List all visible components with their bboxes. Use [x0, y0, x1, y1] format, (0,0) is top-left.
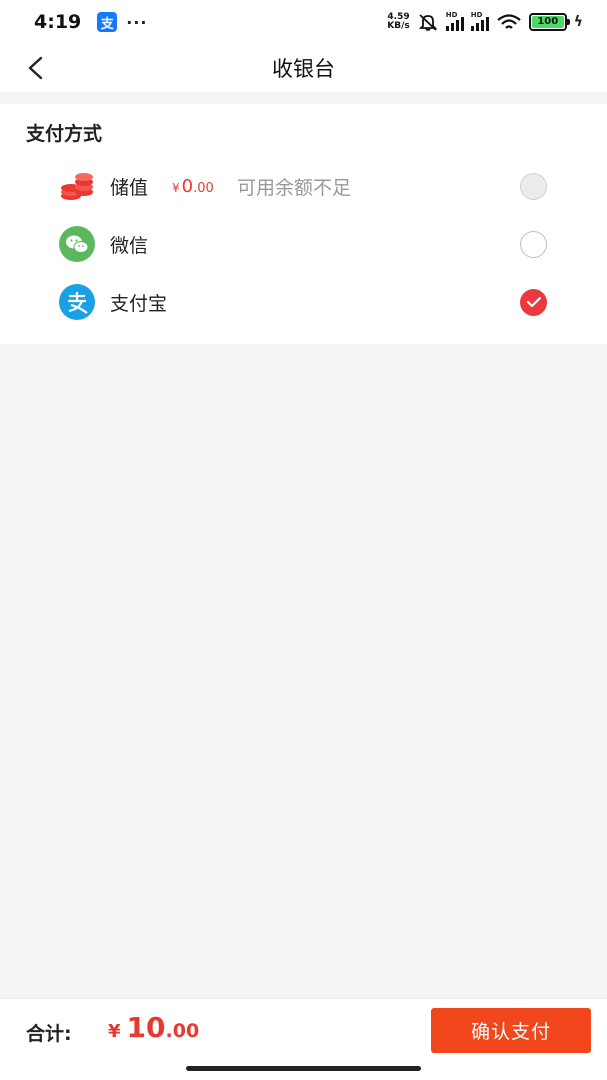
nav-bar: 收银台 — [0, 44, 607, 92]
charging-icon: ϟ — [573, 14, 583, 30]
wifi-icon — [497, 14, 521, 29]
coins-icon — [61, 173, 93, 200]
pay-option-wechat[interactable]: 微信 — [0, 218, 607, 270]
pay-option-label: 支付宝 — [110, 292, 168, 315]
signal-icon-sim2: HD — [470, 11, 489, 31]
section-title: 支付方式 — [26, 123, 103, 145]
pay-option-stored-value[interactable]: 储值 ¥0.00 可用余额不足 — [0, 160, 607, 212]
alipay-notification-icon: 支 — [97, 12, 118, 32]
alipay-icon — [59, 284, 95, 320]
page-title: 收银台 — [272, 57, 335, 81]
battery-level: 100 — [531, 16, 564, 28]
status-time: 4:19 — [34, 11, 82, 33]
bell-off-icon — [418, 14, 437, 31]
alipay-radio[interactable] — [520, 288, 547, 316]
wechat-radio[interactable] — [520, 230, 547, 258]
home-indicator[interactable] — [186, 1066, 421, 1071]
back-button[interactable] — [20, 52, 52, 84]
status-indicators: 4.59 KB/s HD HD 100 ϟ — [387, 11, 583, 32]
total-amount: ¥10.00 — [108, 1011, 200, 1044]
battery-icon: 100 — [528, 13, 570, 31]
wechat-icon — [59, 226, 95, 262]
status-bar: 4:19 支 ··· 4.59 KB/s HD HD 100 ϟ — [0, 0, 607, 44]
more-notifications-icon: ··· — [126, 12, 148, 32]
pay-option-label: 储值 — [110, 176, 149, 199]
net-speed-unit: KB/s — [387, 21, 410, 31]
pay-option-label: 微信 — [110, 234, 149, 257]
pay-option-alipay[interactable]: 支付宝 — [0, 276, 607, 328]
chevron-left-icon — [28, 56, 43, 80]
check-icon — [526, 296, 541, 308]
stored-value-balance: ¥0.00 — [172, 175, 214, 197]
confirm-payment-button[interactable]: 确认支付 — [431, 1008, 591, 1053]
total-label: 合计: — [26, 1023, 72, 1045]
cashier-page: 4:19 支 ··· 4.59 KB/s HD HD 100 ϟ 收银台 支付方… — [0, 0, 607, 1080]
stored-value-radio[interactable] — [520, 172, 547, 200]
payment-methods-card: 支付方式 储值 ¥0.00 可用余额不足 微信 支付宝 — [0, 104, 607, 344]
net-speed: 4.59 KB/s — [387, 13, 409, 31]
insufficient-balance-note: 可用余额不足 — [237, 176, 352, 199]
signal-icon-sim1: HD — [445, 11, 464, 31]
